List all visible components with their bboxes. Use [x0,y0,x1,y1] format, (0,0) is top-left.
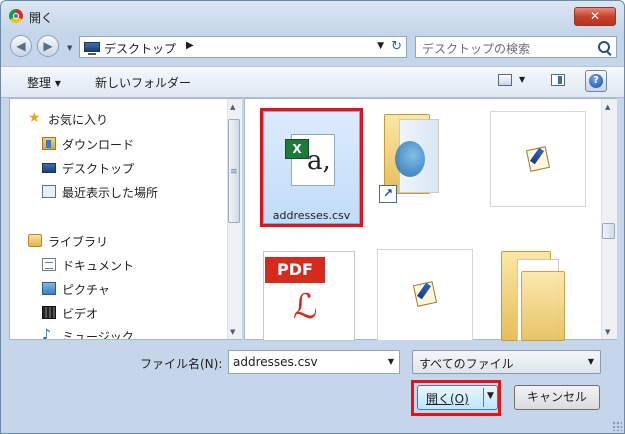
library-icon [28,234,42,247]
filename-value[interactable]: addresses.csv [233,355,318,369]
back-icon[interactable]: ◀ [10,35,32,57]
nav-scroll-down[interactable]: ▼ [230,328,235,336]
file-type-value: すべてのファイル [419,357,514,371]
organize-button[interactable]: 整理 ▾ [27,74,61,91]
chevron-down-icon: ▼ [587,357,594,366]
acrobat-glyph: ℒ [293,287,318,327]
document-pen-icon [525,146,551,172]
navigation-pane[interactable]: ★ お気に入り ダウンロード デスクトップ 最近表示した場所 ライブラリ ドキュ… [9,98,242,340]
filename-field[interactable]: addresses.csv ▼ [228,350,400,374]
file-scroll-up[interactable]: ▲ [605,103,610,111]
view-dropdown[interactable]: ▼ [519,75,525,84]
music-icon: ♪ [42,327,51,340]
recent-places-icon [42,185,56,198]
recent-locations-dropdown[interactable]: ▼ [67,44,72,52]
open-button-highlight [411,380,501,416]
nav-scrollbar-grip: ≡ [230,167,238,177]
pictures-icon [42,282,56,295]
video-icon [42,306,56,319]
file-scroll-down[interactable]: ▼ [605,328,610,336]
open-file-dialog: 開く ✕ ◀ ▶ ▼ デスクトップ ▶ ▼ ↻ デスクトップの検索 整理 ▾ 新… [0,0,625,434]
download-folder-icon [42,137,56,150]
close-button[interactable]: ✕ [574,7,616,26]
refresh-icon[interactable]: ↻ [391,39,402,54]
chrome-icon [9,9,23,23]
address-location[interactable]: デスクトップ [104,40,176,57]
title-bar: 開く ✕ [1,1,624,31]
help-icon: ? [589,74,603,88]
new-folder-button[interactable]: 新しいフォルダー [95,74,191,91]
resize-grip[interactable] [612,421,622,431]
search-input[interactable]: デスクトップの検索 [415,36,617,58]
forward-icon[interactable]: ▶ [37,35,59,57]
document-pen-icon-2 [412,281,438,307]
file-scrollbar-thumb[interactable] [602,223,615,239]
filename-dropdown-icon[interactable]: ▼ [388,357,394,366]
address-dropdown[interactable]: ▼ [377,41,384,51]
cancel-button[interactable]: キャンセル [514,385,600,410]
filename-label: ファイル名(N): [140,357,223,371]
search-icon[interactable] [598,41,610,53]
monitor-icon [84,42,100,55]
search-placeholder: デスクトップの検索 [422,42,531,56]
star-icon: ★ [28,110,41,126]
globe-icon [395,141,425,177]
pdf-icon: PDF [265,257,325,283]
preview-pane-icon[interactable] [551,74,565,86]
window-title: 開く [29,11,54,25]
view-icon[interactable] [498,74,512,86]
monitor-icon [42,163,56,173]
nav-scroll-up[interactable]: ▲ [230,103,235,111]
toolbar: 整理 ▾ 新しいフォルダー ▼ ? [1,66,624,98]
document-icon [42,258,56,271]
breadcrumb-arrow[interactable]: ▶ [186,40,194,51]
file-scrollbar[interactable] [601,99,617,339]
file-type-select[interactable]: すべてのファイル ▼ [412,350,601,374]
help-button[interactable]: ? [585,70,607,92]
shortcut-arrow-icon: ↗ [379,185,397,203]
selection-highlight [260,108,363,227]
folder-front-2 [521,271,565,341]
address-bar[interactable]: デスクトップ ▶ ▼ ↻ [79,36,407,58]
